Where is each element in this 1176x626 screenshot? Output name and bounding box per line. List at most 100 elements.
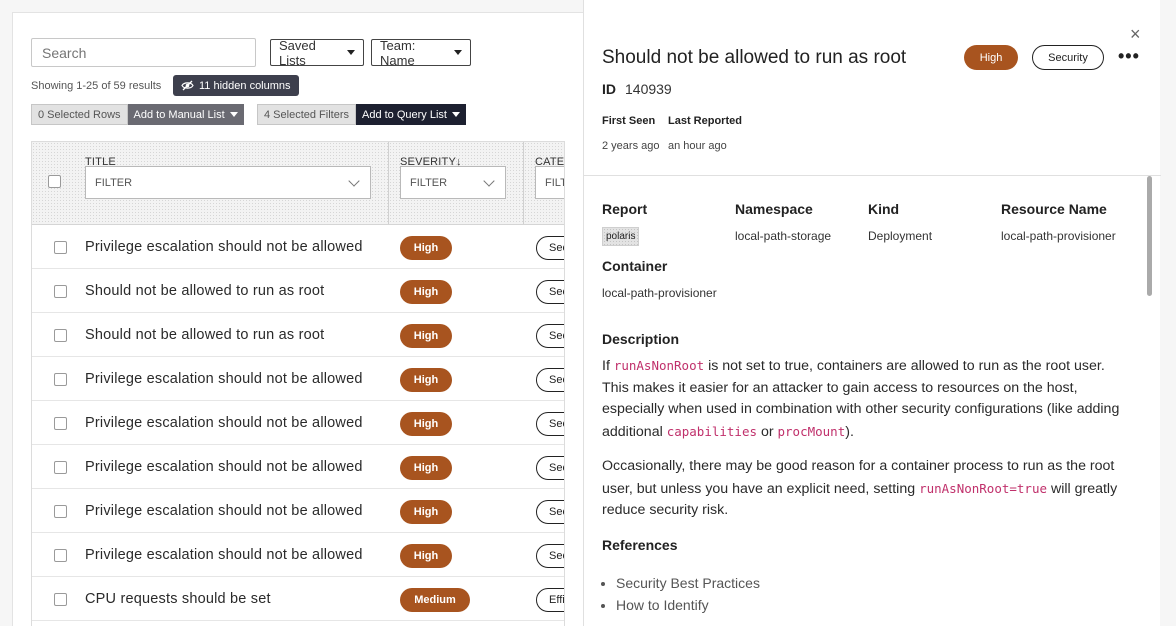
selected-rows-count: 0 Selected Rows [31,104,128,125]
detail-panel: × Should not be allowed to run as root H… [583,0,1161,626]
row-title: Privilege escalation should not be allow… [85,503,363,519]
reference-link[interactable]: How to Identify [616,594,760,616]
table-row[interactable]: Privilege escalation should not be allow… [32,357,564,401]
close-icon[interactable]: × [1130,24,1141,45]
results-count: Showing 1-25 of 59 results [31,80,162,92]
table-row[interactable]: CPU requests should be set Medium Effici… [32,577,564,621]
action-items-panel: Saved Lists Team: Name Showing 1-25 of 5… [12,12,584,626]
action-items-table: TITLE FILTER SEVERITY↓ FILTER CATEGORY F… [31,141,565,626]
title-filter[interactable]: FILTER [85,166,371,199]
id-label: ID [602,81,616,97]
row-checkbox[interactable] [54,505,67,518]
category-badge: Security [536,456,564,480]
category-badge: Efficiency [536,588,564,612]
category-badge: Security [536,500,564,524]
container-label: Container [602,258,668,274]
severity-badge: High [400,280,452,304]
row-checkbox[interactable] [54,285,67,298]
select-all-checkbox[interactable] [48,175,61,188]
title-filter-placeholder: FILTER [95,176,133,189]
category-badge: Security [1032,45,1104,70]
references-label: References [602,537,678,553]
resource-name-label: Resource Name [1001,201,1107,217]
last-reported-label: Last Reported [668,115,742,127]
kind-label: Kind [868,201,900,217]
add-manual-label: Add to Manual List [133,108,225,121]
severity-badge: High [400,368,452,392]
search-input[interactable] [31,38,256,67]
add-to-manual-list-button[interactable]: Add to Manual List [127,104,244,125]
table-row[interactable]: Should not be allowed to run as root Hig… [32,269,564,313]
severity-badge: High [400,456,452,480]
row-title: Privilege escalation should not be allow… [85,371,363,387]
desc-text: If [602,358,614,374]
row-title: CPU requests should be set [85,591,271,607]
report-tag: polaris [602,227,640,246]
hidden-columns-label: 11 hidden columns [199,79,291,92]
team-dropdown[interactable]: Team: Name [371,38,471,68]
namespace-value: local-path-storage [735,229,832,243]
row-checkbox[interactable] [54,373,67,386]
caret-down-icon [229,112,238,117]
caret-down-icon [451,112,460,117]
row-checkbox[interactable] [54,241,67,254]
chevron-down-icon [483,175,495,187]
report-label: Report [602,201,648,217]
last-reported-value: an hour ago [668,140,727,152]
category-badge: Security [536,368,564,392]
description-paragraph-1: If runAsNonRoot is not set to true, cont… [602,355,1132,443]
desc-text: ). [845,423,854,440]
category-badge: Security [536,280,564,304]
row-title: Should not be allowed to run as root [85,283,325,299]
severity-filter[interactable]: FILTER [400,166,506,199]
query-list-group: 4 Selected Filters Add to Query List [257,104,466,125]
code-snippet: procMount [777,423,846,439]
code-snippet: runAsNonRoot=true [919,480,1047,496]
reference-link[interactable]: Security Best Practices [616,572,760,594]
row-title: Privilege escalation should not be allow… [85,547,363,563]
row-checkbox[interactable] [54,329,67,342]
row-checkbox[interactable] [54,417,67,430]
row-checkbox[interactable] [54,593,67,606]
code-snippet: capabilities [666,423,757,439]
severity-badge: High [400,236,452,260]
table-row[interactable]: Privilege escalation should not be allow… [32,445,564,489]
row-title: Privilege escalation should not be allow… [85,415,363,431]
category-filter-placeholder: FILTER [545,176,564,189]
row-checkbox[interactable] [54,461,67,474]
severity-badge: Medium [400,588,470,612]
hidden-columns-button[interactable]: 11 hidden columns [173,75,299,96]
first-seen-value: 2 years ago [602,140,660,152]
saved-lists-dropdown[interactable]: Saved Lists [270,37,364,68]
category-badge: Security [536,324,564,348]
row-checkbox[interactable] [54,549,67,562]
column-divider [388,142,389,224]
table-row[interactable]: Privilege escalation should not be allow… [32,225,564,269]
severity-badge: High [400,324,452,348]
table-row[interactable]: Privilege escalation should not be allow… [32,489,564,533]
id-value: 140939 [625,81,672,97]
desc-text: or [757,423,778,440]
eye-slash-icon [181,80,194,91]
detail-title: Should not be allowed to run as root [602,47,907,68]
table-header: TITLE FILTER SEVERITY↓ FILTER CATEGORY F… [32,142,564,225]
add-query-label: Add to Query List [361,108,447,121]
scrollbar-thumb[interactable] [1147,176,1152,296]
saved-lists-label: Saved Lists [279,37,316,68]
description-label: Description [602,331,680,347]
resource-name-value: local-path-provisioner [1001,229,1116,243]
namespace-label: Namespace [735,201,813,217]
column-divider [523,142,524,224]
category-filter[interactable]: FILTER [535,166,564,199]
manual-list-group: 0 Selected Rows Add to Manual List [31,104,244,125]
category-badge: Security [536,544,564,568]
table-row[interactable]: Privilege escalation should not be allow… [32,401,564,445]
more-options-icon[interactable]: ••• [1118,46,1140,67]
add-to-query-list-button[interactable]: Add to Query List [355,104,466,125]
severity-badge: High [964,45,1018,70]
header-divider [584,175,1161,176]
table-row[interactable]: Should not be allowed to run as root Hig… [32,313,564,357]
table-row[interactable]: Privilege escalation should not be allow… [32,533,564,577]
severity-badge: High [400,500,452,524]
description-paragraph-2: Occasionally, there may be good reason f… [602,456,1132,522]
